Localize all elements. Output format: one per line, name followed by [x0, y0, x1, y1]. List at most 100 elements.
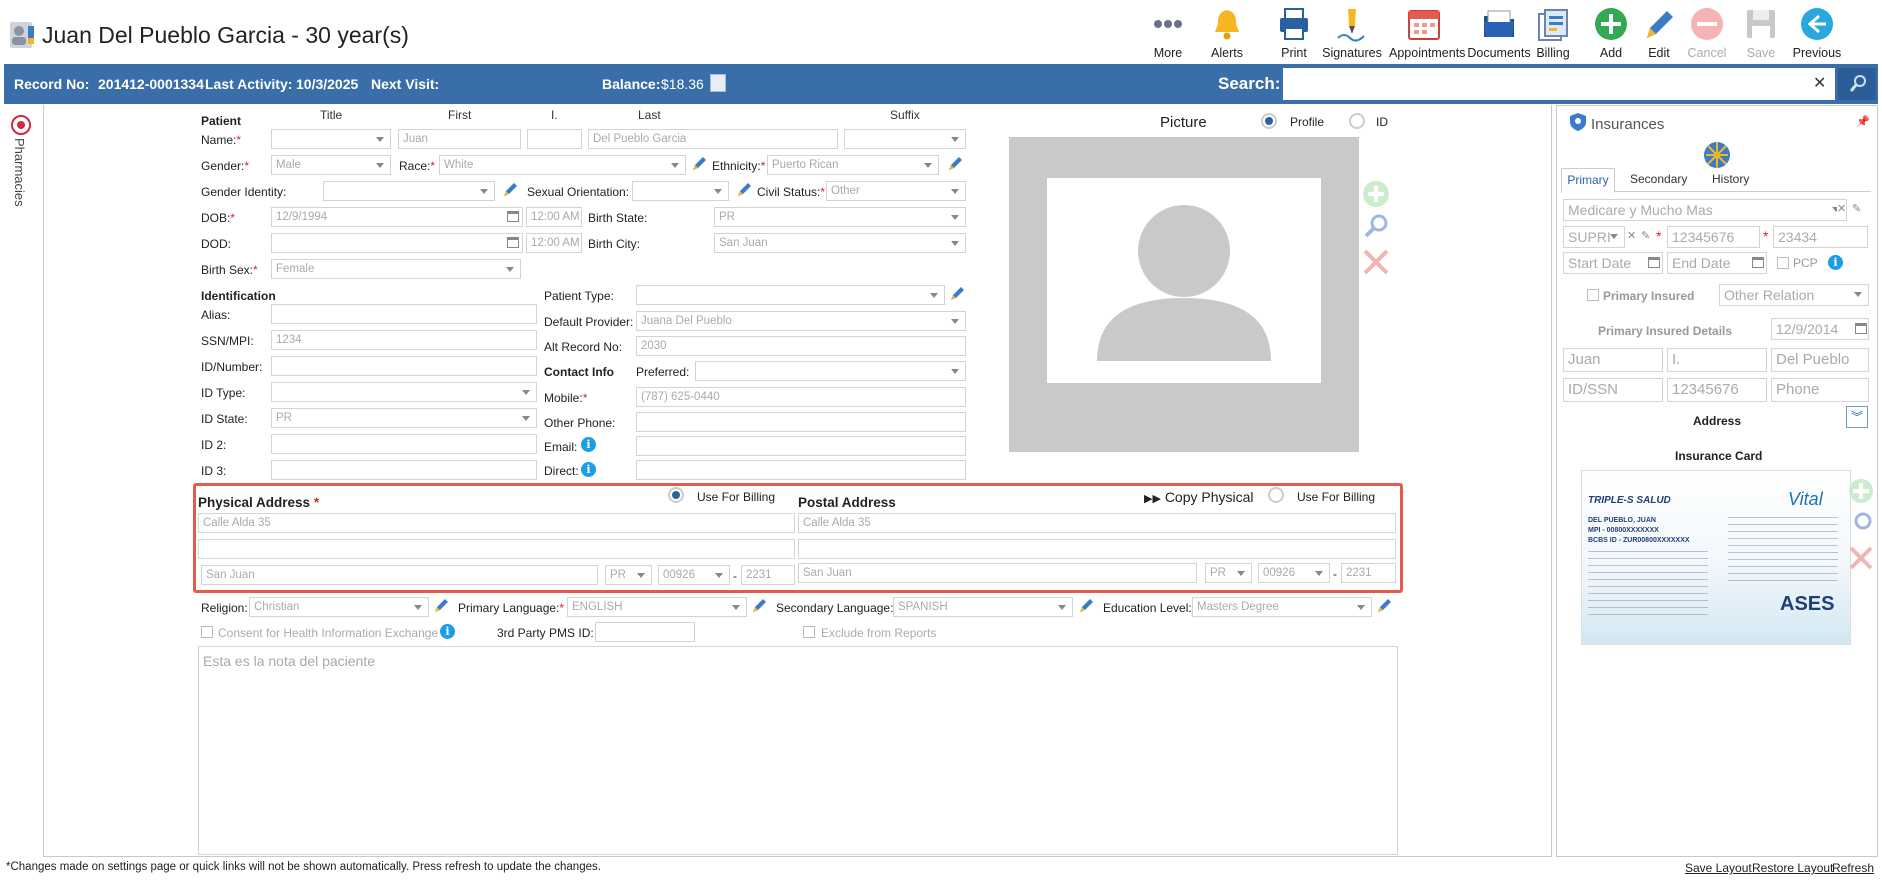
middle-initial-input[interactable]: [527, 129, 582, 149]
dob-input[interactable]: 12/9/1994: [271, 207, 523, 227]
other-phone-input[interactable]: [636, 412, 966, 432]
toolbar-signatures-button[interactable]: Signatures: [1317, 6, 1387, 60]
tab-secondary[interactable]: Secondary: [1630, 172, 1687, 186]
photo-add-icon[interactable]: [1362, 180, 1390, 211]
dod-time-input[interactable]: 12:00 AM: [526, 233, 582, 253]
idnumber-input[interactable]: [271, 356, 537, 376]
tab-history[interactable]: History: [1712, 172, 1749, 186]
religion-select[interactable]: Christian: [249, 597, 429, 617]
physical-zip4-input[interactable]: 2231: [741, 565, 795, 585]
postal-state-select[interactable]: PR: [1205, 563, 1252, 583]
secondary-language-edit-icon[interactable]: [1077, 597, 1095, 615]
physical-zip-select[interactable]: 00926: [658, 565, 730, 585]
sexual-orientation-edit-icon[interactable]: [735, 181, 753, 199]
insured-mi-input[interactable]: I.: [1667, 348, 1767, 372]
physical-line1-input[interactable]: Calle Alda 35: [198, 513, 795, 533]
code-clear-icon[interactable]: ✕: [1627, 229, 1636, 242]
code-edit-icon[interactable]: ✎: [1641, 229, 1650, 242]
insurance-plan-select[interactable]: Medicare y Mucho Mas: [1563, 199, 1847, 221]
direct-input[interactable]: [636, 460, 966, 480]
postal-city-input[interactable]: San Juan: [798, 563, 1197, 583]
consent-checkbox[interactable]: [201, 626, 213, 638]
civil-status-select[interactable]: Other: [826, 181, 966, 201]
gender-select[interactable]: Male: [271, 155, 391, 175]
search-clear-icon[interactable]: ✕: [1813, 73, 1826, 93]
postal-billing-radio[interactable]: [1268, 487, 1284, 503]
default-provider-select[interactable]: Juana Del Pueblo: [636, 311, 966, 331]
profile-radio[interactable]: [1261, 113, 1277, 129]
balance-statement-icon[interactable]: [710, 74, 726, 92]
toolbar-appointments-button[interactable]: Appointments: [1389, 6, 1465, 60]
consent-info-icon[interactable]: i: [440, 624, 455, 639]
save-layout-link[interactable]: Save Layout: [1685, 861, 1752, 875]
gender-identity-edit-icon[interactable]: [501, 181, 519, 199]
refresh-link[interactable]: Refresh: [1832, 861, 1874, 875]
postal-zip-select[interactable]: 00926: [1258, 563, 1330, 583]
birth-city-select[interactable]: San Juan: [714, 233, 966, 253]
gender-identity-select[interactable]: [323, 181, 495, 201]
plan-clear-icon[interactable]: ✕: [1837, 202, 1847, 215]
insured-phone-input[interactable]: Phone: [1771, 378, 1869, 402]
primary-insured-checkbox[interactable]: [1587, 289, 1599, 301]
alias-input[interactable]: [271, 304, 537, 324]
sexual-orientation-select[interactable]: [632, 181, 729, 201]
suffix-select[interactable]: [844, 129, 966, 149]
physical-city-input[interactable]: San Juan: [201, 565, 598, 585]
exclude-checkbox[interactable]: [803, 626, 815, 638]
preferred-select[interactable]: [695, 361, 966, 381]
secondary-language-select[interactable]: SPANISH: [893, 597, 1073, 617]
race-select[interactable]: White: [439, 155, 686, 175]
start-calendar-icon[interactable]: [1648, 257, 1660, 268]
other-relation-select[interactable]: Other Relation: [1719, 284, 1869, 306]
patient-type-edit-icon[interactable]: [948, 285, 966, 303]
ethnicity-select[interactable]: Puerto Rican: [767, 155, 939, 175]
ethnicity-edit-icon[interactable]: [946, 155, 964, 173]
dob-calendar-icon[interactable]: [507, 211, 519, 222]
search-input[interactable]: [1283, 68, 1835, 100]
education-level-edit-icon[interactable]: [1375, 597, 1393, 615]
card-zoom-icon[interactable]: [1848, 510, 1874, 539]
restore-layout-link[interactable]: Restore Layout: [1752, 861, 1833, 875]
card-add-icon[interactable]: [1848, 478, 1874, 507]
email-info-icon[interactable]: i: [581, 437, 596, 452]
pcp-info-icon[interactable]: i: [1828, 255, 1843, 270]
mobile-input[interactable]: (787) 625-0440: [636, 387, 966, 407]
race-edit-icon[interactable]: [690, 155, 708, 173]
postal-line1-input[interactable]: Calle Alda 35: [798, 513, 1396, 533]
insurance-code-select[interactable]: SUPRI: [1563, 226, 1625, 248]
primary-language-select[interactable]: ENGLISH: [567, 597, 747, 617]
first-name-input[interactable]: Juan: [398, 129, 521, 149]
last-name-input[interactable]: Del Pueblo Garcia: [588, 129, 838, 149]
pms-id-input[interactable]: [595, 622, 695, 642]
tab-primary[interactable]: Primary: [1561, 168, 1615, 193]
photo-zoom-icon[interactable]: [1362, 212, 1390, 243]
patient-type-select[interactable]: [636, 285, 945, 305]
copy-physical-button[interactable]: ▶▶ Copy Physical: [1144, 489, 1254, 505]
birth-sex-select[interactable]: Female: [271, 259, 521, 279]
alt-record-input[interactable]: 2030: [636, 336, 966, 356]
education-level-select[interactable]: Masters Degree: [1192, 597, 1372, 617]
plan-edit-icon[interactable]: ✎: [1852, 202, 1861, 215]
id3-input[interactable]: [271, 460, 537, 480]
religion-edit-icon[interactable]: [432, 597, 450, 615]
group-input[interactable]: 23434: [1773, 226, 1868, 248]
search-button[interactable]: [1838, 68, 1876, 100]
insured-idssn-input[interactable]: ID/SSN: [1563, 378, 1663, 402]
physical-state-select[interactable]: PR: [605, 565, 652, 585]
toolbar-alerts-button[interactable]: Alerts: [1192, 6, 1262, 60]
photo-delete-icon[interactable]: [1362, 248, 1390, 279]
birth-state-select[interactable]: PR: [714, 207, 966, 227]
insured-last-input[interactable]: Del Pueblo: [1771, 348, 1869, 372]
insured-first-input[interactable]: Juan: [1563, 348, 1663, 372]
primary-language-edit-icon[interactable]: [750, 597, 768, 615]
idstate-select[interactable]: PR: [271, 408, 537, 428]
title-select[interactable]: [271, 129, 391, 149]
physical-line2-input[interactable]: [198, 539, 795, 559]
physical-billing-radio[interactable]: [668, 487, 684, 503]
insured-idssn2-input[interactable]: 12345676: [1667, 378, 1767, 402]
side-tab-pharmacies[interactable]: Pharmacies: [8, 114, 36, 224]
id-radio[interactable]: [1349, 113, 1365, 129]
card-delete-icon[interactable]: [1848, 545, 1874, 574]
postal-zip4-input[interactable]: 2231: [1341, 563, 1396, 583]
insurance-card-image[interactable]: TRIPLE-S SALUD Vital DEL PUEBLO, JUAN MP…: [1581, 470, 1851, 645]
